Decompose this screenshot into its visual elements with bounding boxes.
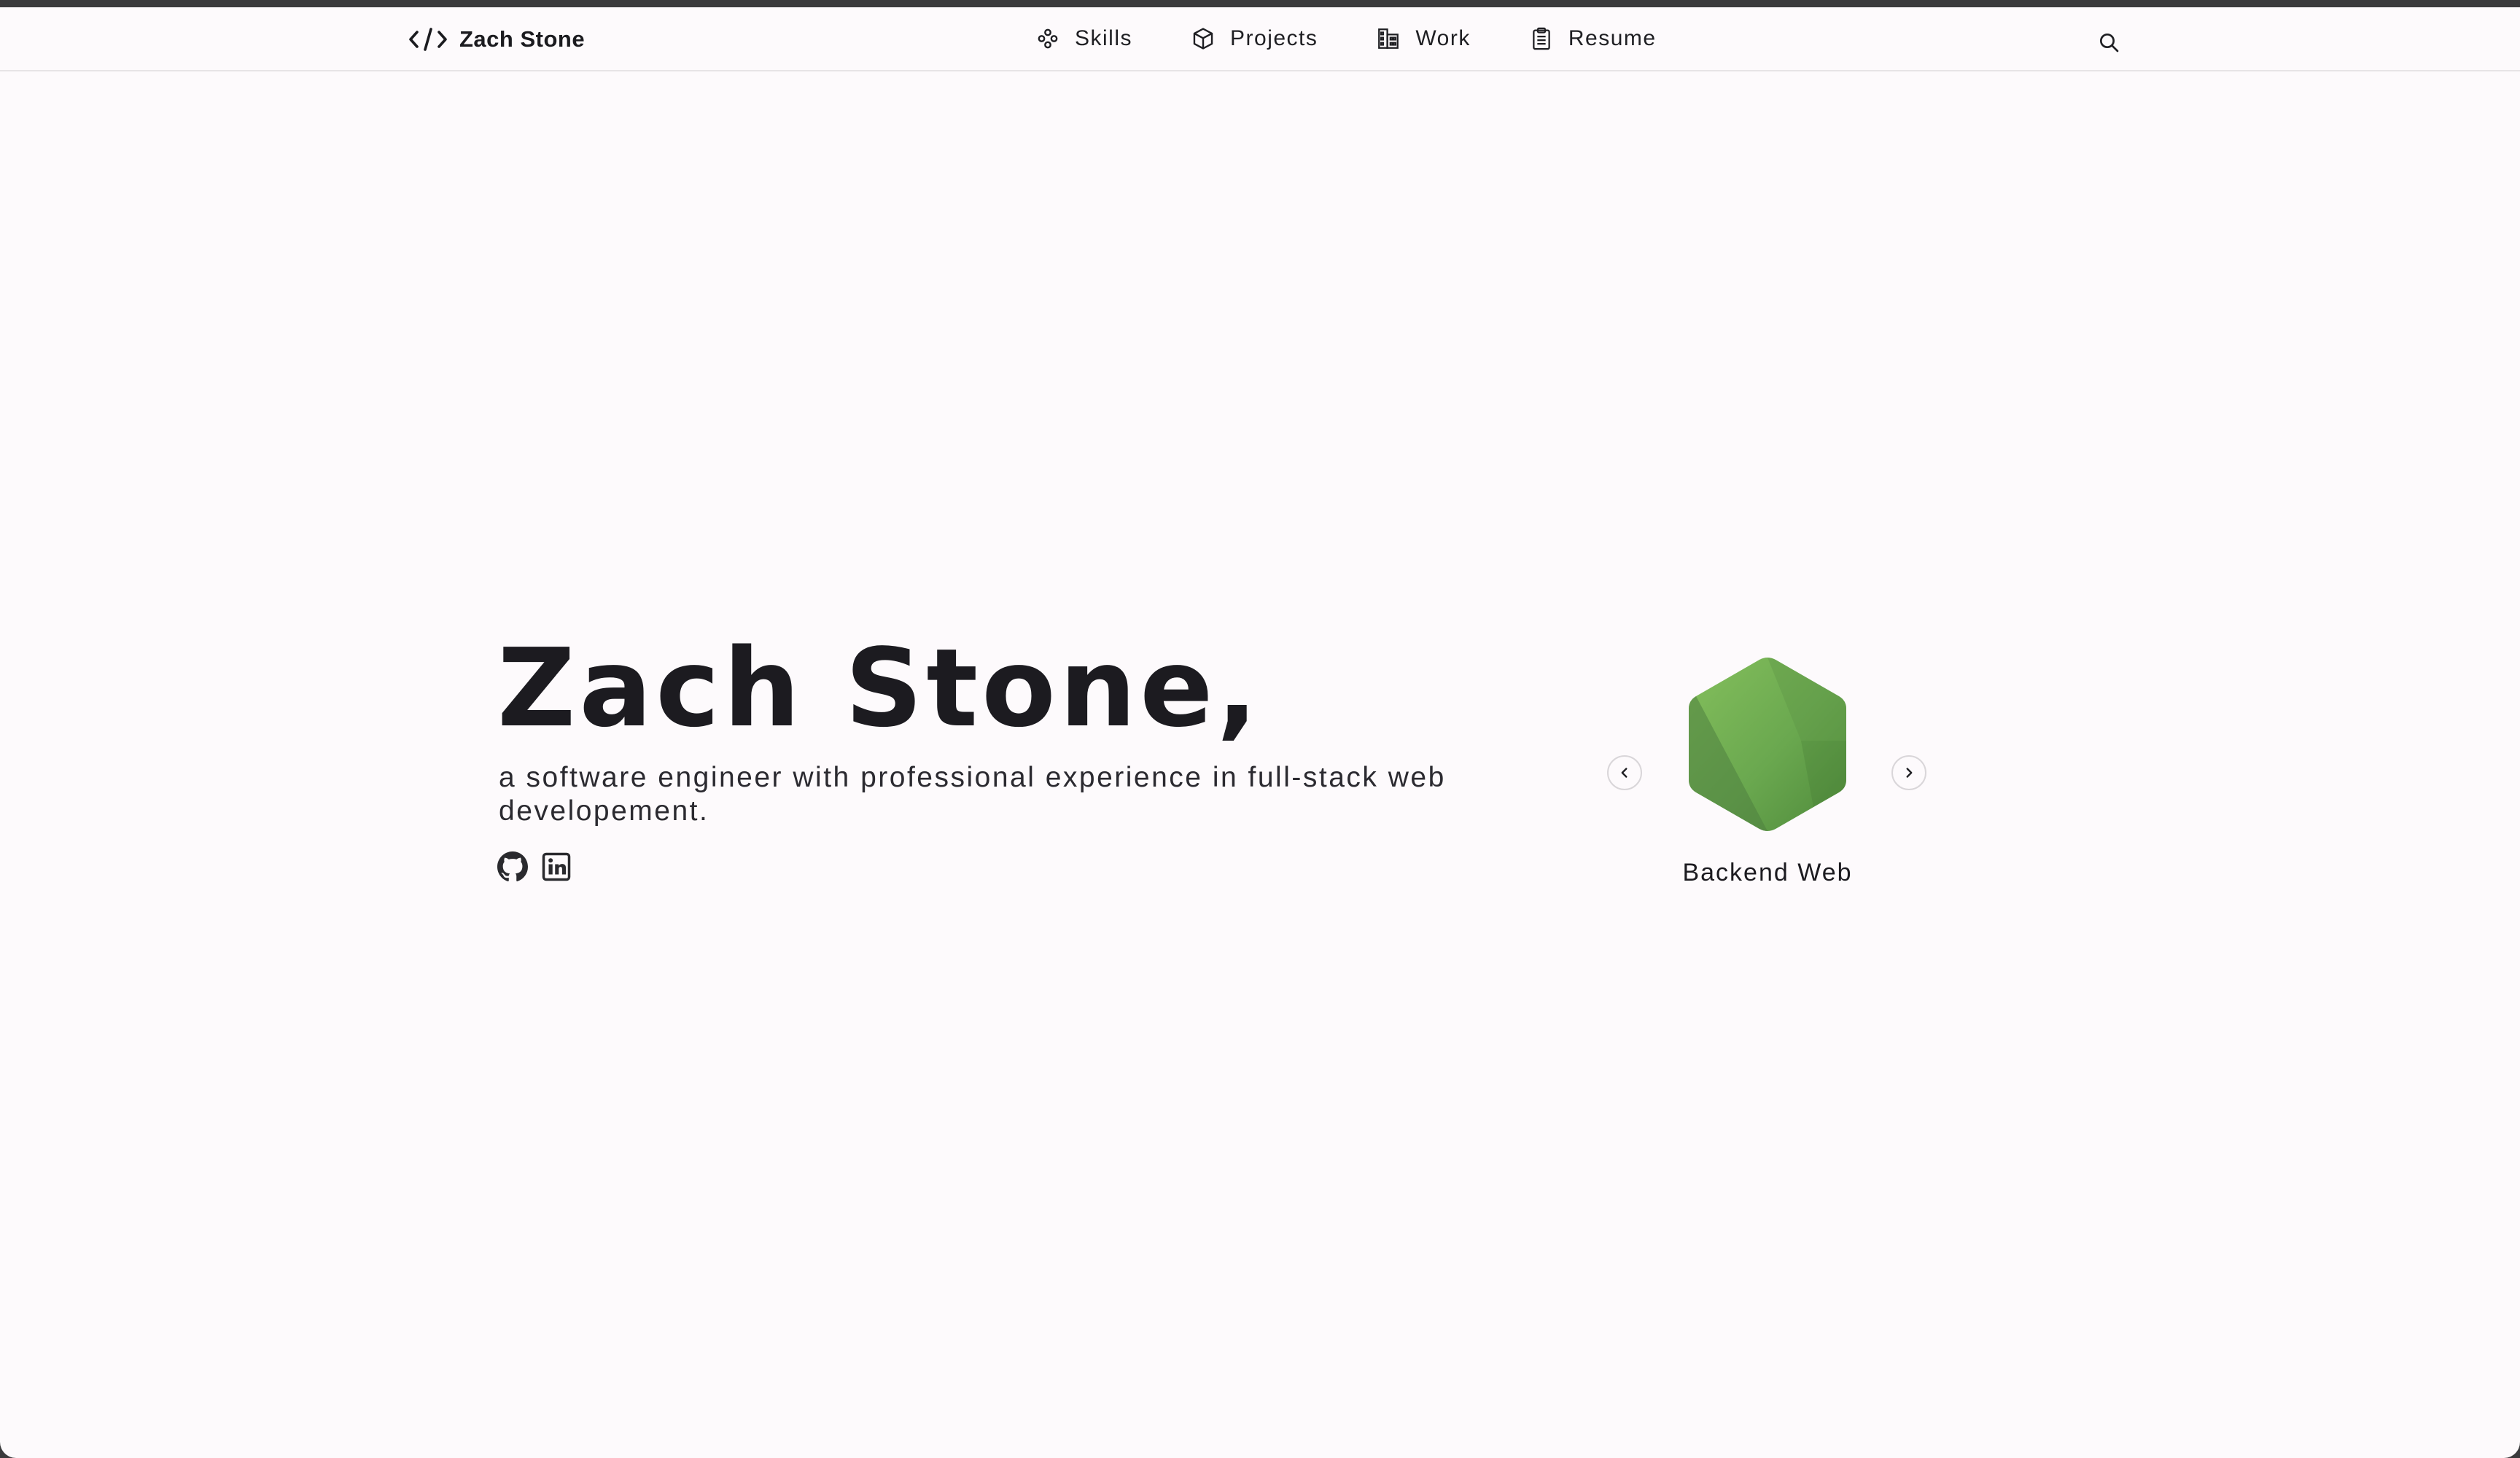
search-button[interactable] [2097,31,2120,54]
building-icon [1376,26,1401,51]
brand-name: Zach Stone [459,26,586,52]
nav-item-label: Work [1415,26,1471,50]
nav-item-work[interactable]: Work [1376,26,1470,51]
nodejs-hexagon-icon [1686,655,1849,834]
navbar: Zach Stone Skills Projects Work Resume [0,7,2520,71]
linkedin-icon [541,851,572,882]
carousel-prev-button[interactable] [1607,755,1642,790]
nav-item-label: Resume [1568,26,1657,50]
nav-item-label: Projects [1230,26,1318,50]
hero-title: Zach Stone, [497,625,1261,751]
chevron-left-icon [1617,765,1633,781]
carousel-next-button[interactable] [1891,755,1926,790]
brand-home-link[interactable]: Zach Stone [408,23,585,55]
code-icon [408,26,448,52]
social-links [497,851,572,882]
nav-item-label: Skills [1075,26,1133,50]
cube-icon [1191,26,1216,51]
chevron-right-icon [1901,765,1917,781]
clipboard-icon [1529,26,1554,51]
linkedin-link[interactable] [541,851,572,882]
browser-viewport: Zach Stone Skills Projects Work Resume Z… [0,7,2520,1458]
carousel-current-label: Backend Web [1682,859,1853,886]
skills-icon [1035,26,1060,51]
github-link[interactable] [497,851,528,882]
github-icon [497,851,528,882]
nav-item-skills[interactable]: Skills [1035,26,1132,51]
nav-item-resume[interactable]: Resume [1529,26,1657,51]
hero-subtitle: a software engineer with professional ex… [499,762,1446,827]
nav-item-projects[interactable]: Projects [1191,26,1318,51]
search-icon [2097,31,2120,54]
nav-links: Skills Projects Work Resume [1035,22,1657,55]
